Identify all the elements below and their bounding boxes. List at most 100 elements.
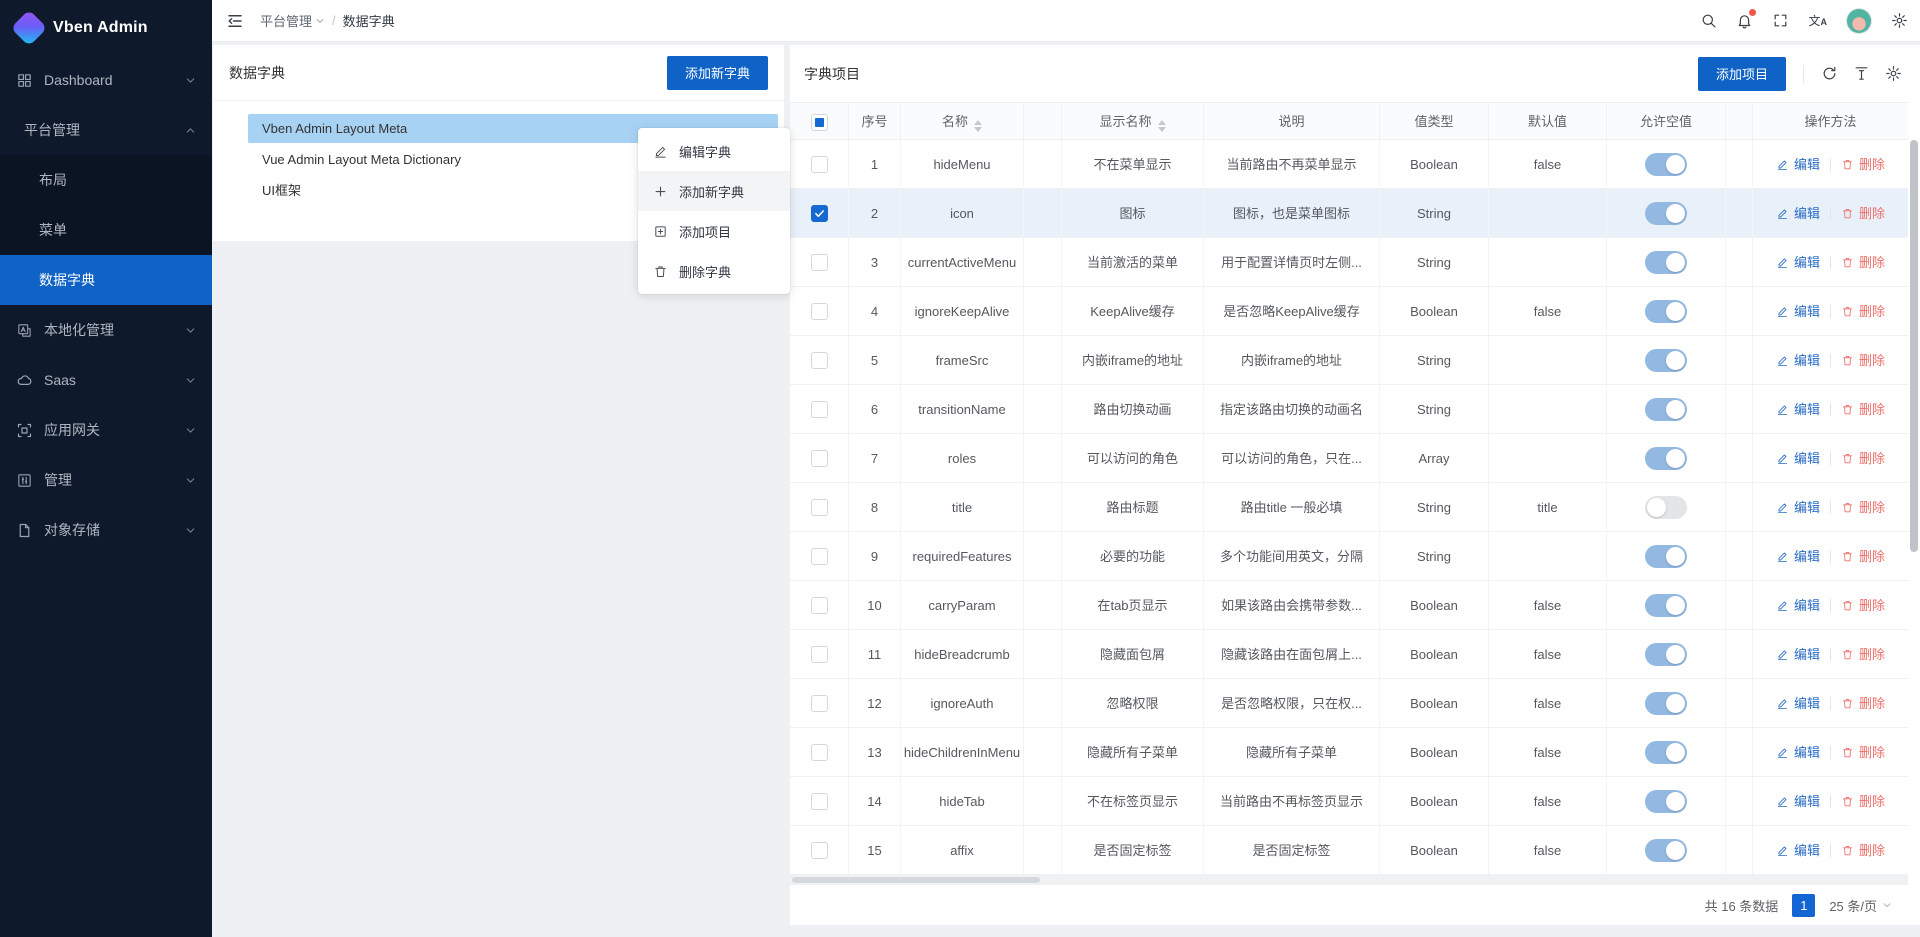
row-checkbox[interactable] <box>811 842 828 859</box>
allow-empty-toggle[interactable] <box>1645 349 1687 372</box>
delete-link[interactable]: 删除 <box>1841 728 1885 777</box>
edit-link[interactable]: 编辑 <box>1776 679 1820 728</box>
breadcrumb-item-数据字典[interactable]: 数据字典 <box>343 11 395 30</box>
row-checkbox[interactable] <box>811 156 828 173</box>
allow-empty-toggle[interactable] <box>1645 447 1687 470</box>
edit-link[interactable]: 编辑 <box>1776 483 1820 532</box>
sidebar-item-平台管理[interactable]: 平台管理 <box>0 105 212 155</box>
context-menu-item-编辑字典[interactable]: 编辑字典 <box>638 131 790 171</box>
sidebar-item-Saas[interactable]: Saas <box>0 355 212 405</box>
sidebar-subitem-菜单[interactable]: 菜单 <box>0 205 212 255</box>
row-checkbox[interactable] <box>811 548 828 565</box>
sidebar-subitem-数据字典[interactable]: 数据字典 <box>0 255 212 305</box>
horizontal-scrollbar[interactable] <box>790 875 1908 885</box>
allow-empty-toggle[interactable] <box>1645 643 1687 666</box>
add-dictionary-button[interactable]: 添加新字典 <box>667 56 768 90</box>
sidebar-subitem-布局[interactable]: 布局 <box>0 155 212 205</box>
allow-empty-toggle[interactable] <box>1645 202 1687 225</box>
user-avatar[interactable] <box>1846 8 1872 34</box>
delete-link[interactable]: 删除 <box>1841 532 1885 581</box>
delete-link[interactable]: 删除 <box>1841 140 1885 189</box>
row-checkbox[interactable] <box>811 499 828 516</box>
sort-icon[interactable] <box>1158 120 1166 132</box>
select-all-checkbox[interactable] <box>811 114 828 131</box>
sidebar-item-Dashboard[interactable]: Dashboard <box>0 55 212 105</box>
delete-link[interactable]: 删除 <box>1841 336 1885 385</box>
sidebar-item-对象存储[interactable]: 对象存储 <box>0 505 212 555</box>
sort-icon[interactable] <box>974 120 982 132</box>
column-header-名称[interactable]: 名称 <box>901 102 1024 140</box>
allow-empty-toggle[interactable] <box>1645 790 1687 813</box>
edit-link[interactable]: 编辑 <box>1776 826 1820 875</box>
edit-link[interactable]: 编辑 <box>1776 434 1820 483</box>
row-checkbox[interactable] <box>811 303 828 320</box>
delete-link[interactable]: 删除 <box>1841 238 1885 287</box>
search-icon[interactable] <box>1700 12 1717 29</box>
edit-link[interactable]: 编辑 <box>1776 336 1820 385</box>
delete-link[interactable]: 删除 <box>1841 189 1885 238</box>
translate-icon[interactable]: 文A <box>1808 15 1827 27</box>
delete-link[interactable]: 删除 <box>1841 483 1885 532</box>
allow-empty-toggle[interactable] <box>1645 153 1687 176</box>
allow-empty-toggle[interactable] <box>1645 594 1687 617</box>
row-checkbox[interactable] <box>811 450 828 467</box>
allow-empty-toggle[interactable] <box>1645 741 1687 764</box>
allow-empty-toggle[interactable] <box>1645 398 1687 421</box>
edit-link[interactable]: 编辑 <box>1776 140 1820 189</box>
sidebar-fold-icon[interactable] <box>226 12 244 30</box>
edit-link[interactable]: 编辑 <box>1776 532 1820 581</box>
gear-icon[interactable] <box>1885 65 1902 82</box>
row-checkbox[interactable] <box>811 401 828 418</box>
refresh-icon[interactable] <box>1821 65 1838 82</box>
allow-empty-toggle[interactable] <box>1645 545 1687 568</box>
page-size-select[interactable]: 25 条/页 <box>1829 896 1892 915</box>
pagination-page-1[interactable]: 1 <box>1792 894 1815 917</box>
edit-link[interactable]: 编辑 <box>1776 777 1820 826</box>
context-menu-item-添加新字典[interactable]: 添加新字典 <box>638 171 790 211</box>
delete-link[interactable]: 删除 <box>1841 581 1885 630</box>
delete-link[interactable]: 删除 <box>1841 777 1885 826</box>
edit-link[interactable]: 编辑 <box>1776 238 1820 287</box>
row-checkbox[interactable] <box>811 793 828 810</box>
row-checkbox[interactable] <box>811 744 828 761</box>
column-header-checkbox[interactable] <box>790 102 849 140</box>
row-checkbox[interactable] <box>811 695 828 712</box>
app-logo[interactable]: Vben Admin <box>0 0 212 55</box>
vertical-scrollbar-thumb[interactable] <box>1910 140 1918 552</box>
allow-empty-toggle[interactable] <box>1645 496 1687 519</box>
context-menu-item-删除字典[interactable]: 删除字典 <box>638 251 790 291</box>
delete-link[interactable]: 删除 <box>1841 434 1885 483</box>
column-header-显示名称[interactable]: 显示名称 <box>1062 102 1204 140</box>
allow-empty-toggle[interactable] <box>1645 300 1687 323</box>
bell-icon[interactable] <box>1736 12 1753 29</box>
fullscreen-icon[interactable] <box>1772 12 1789 29</box>
allow-empty-toggle[interactable] <box>1645 251 1687 274</box>
row-checkbox[interactable] <box>811 597 828 614</box>
sidebar-item-本地化管理[interactable]: 本地化管理 <box>0 305 212 355</box>
add-item-button[interactable]: 添加项目 <box>1698 57 1786 91</box>
delete-link[interactable]: 删除 <box>1841 679 1885 728</box>
delete-link[interactable]: 删除 <box>1841 826 1885 875</box>
vertical-scrollbar[interactable] <box>1910 140 1919 875</box>
edit-link[interactable]: 编辑 <box>1776 189 1820 238</box>
edit-link[interactable]: 编辑 <box>1776 728 1820 777</box>
sidebar-item-应用网关[interactable]: 应用网关 <box>0 405 212 455</box>
breadcrumb-item-平台管理[interactable]: 平台管理 <box>260 11 325 30</box>
sidebar-item-管理[interactable]: 管理 <box>0 455 212 505</box>
delete-link[interactable]: 删除 <box>1841 630 1885 679</box>
row-checkbox[interactable] <box>811 352 828 369</box>
delete-link[interactable]: 删除 <box>1841 287 1885 336</box>
allow-empty-toggle[interactable] <box>1645 839 1687 862</box>
row-checkbox[interactable] <box>811 646 828 663</box>
delete-link[interactable]: 删除 <box>1841 385 1885 434</box>
edit-link[interactable]: 编辑 <box>1776 385 1820 434</box>
row-height-icon[interactable] <box>1853 65 1870 82</box>
row-checkbox[interactable] <box>811 205 828 222</box>
allow-empty-toggle[interactable] <box>1645 692 1687 715</box>
edit-link[interactable]: 编辑 <box>1776 581 1820 630</box>
edit-link[interactable]: 编辑 <box>1776 630 1820 679</box>
edit-link[interactable]: 编辑 <box>1776 287 1820 336</box>
context-menu-item-添加项目[interactable]: 添加项目 <box>638 211 790 251</box>
horizontal-scrollbar-thumb[interactable] <box>792 877 1040 883</box>
gear-icon[interactable] <box>1891 12 1908 29</box>
